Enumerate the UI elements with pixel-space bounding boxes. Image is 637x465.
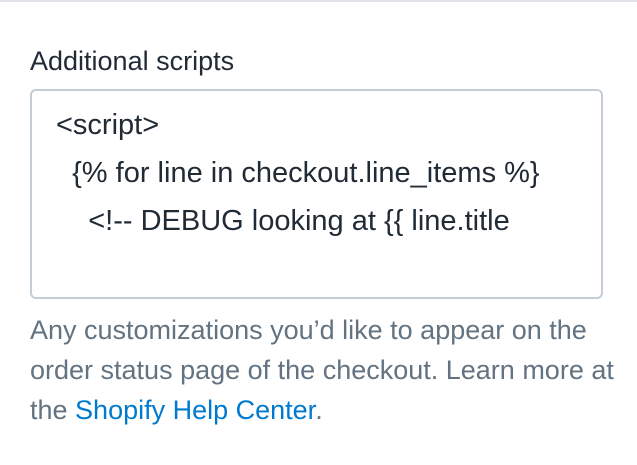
additional-scripts-section: Additional scripts <script> {% for line … — [0, 0, 637, 465]
help-trailing-period: . — [315, 395, 323, 425]
help-text: Any customizations you’d like to appear … — [30, 310, 620, 430]
shopify-help-center-link[interactable]: Shopify Help Center — [75, 395, 315, 425]
additional-scripts-label: Additional scripts — [30, 46, 235, 76]
section-divider — [0, 0, 637, 2]
additional-scripts-textarea[interactable]: <script> {% for line in checkout.line_it… — [30, 89, 603, 299]
